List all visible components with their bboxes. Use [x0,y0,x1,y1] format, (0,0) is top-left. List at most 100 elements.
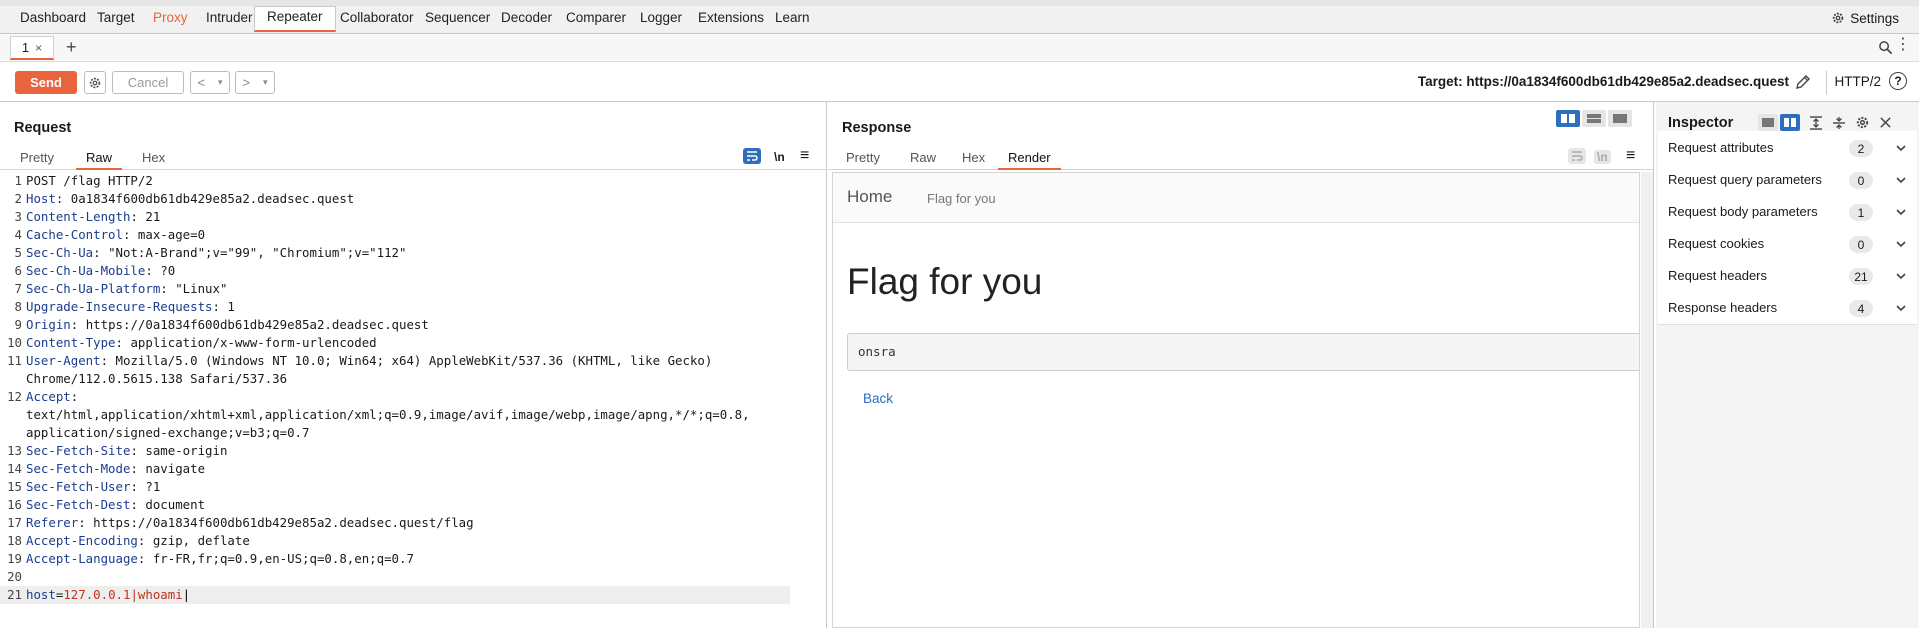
request-toolbar: Send Cancel < ▾ > ▾ Target: https://0a18… [0,62,1919,102]
request-line: 20 [0,568,826,586]
nav-logger[interactable]: Logger [636,8,686,34]
chevron-down-icon[interactable] [1895,206,1907,218]
line-text: host=127.0.0.1|whoami| [26,586,190,604]
inspector-section-request-cookies[interactable]: Request cookies 0 [1658,227,1917,261]
inspector-layout-list-icon[interactable] [1758,114,1778,131]
divider [1826,71,1827,95]
inspector-section-request-attributes[interactable]: Request attributes 2 [1658,131,1917,165]
gear-icon[interactable] [1855,115,1870,130]
nav-repeater[interactable]: Repeater [254,6,336,32]
tab-pretty[interactable]: Pretty [846,150,880,170]
nav-decoder[interactable]: Decoder [497,8,556,34]
line-text: application/signed-exchange;v=b3;q=0.7 [26,424,309,442]
nav-intruder[interactable]: Intruder [202,8,257,34]
request-line: 14 Sec-Fetch-Mode: navigate [0,460,826,478]
collapse-all-icon[interactable] [1832,116,1846,130]
line-text: Host: 0a1834f600db61db429e85a2.deadsec.q… [26,190,354,208]
request-line: application/signed-exchange;v=b3;q=0.7 [0,424,826,442]
request-line: 1 POST /flag HTTP/2 [0,172,826,190]
nav-proxy[interactable]: Proxy [149,8,192,34]
inspector-section-request-headers[interactable]: Request headers 21 [1658,259,1917,293]
header-colon: : [130,497,138,512]
header-name: Sec-Ch-Ua-Platform [26,281,161,296]
line-text: Sec-Fetch-User: ?1 [26,478,160,496]
nav-dashboard[interactable]: Dashboard [16,8,90,34]
header-colon: : [70,389,79,404]
chevron-down-icon[interactable] [1895,174,1907,186]
nav-extensions[interactable]: Extensions [694,8,768,34]
tab-hex[interactable]: Hex [142,150,165,170]
close-icon[interactable] [1879,116,1892,129]
request-view-tabs: Pretty Raw Hex \n ≡ [0,146,826,170]
header-value: Mozilla/5.0 (Windows NT 10.0; Win64; x64… [108,353,713,368]
close-icon[interactable]: × [35,41,42,55]
tab-pretty[interactable]: Pretty [20,150,54,170]
header-value: 1 [219,299,235,314]
inspector-layout-split-icon[interactable] [1780,114,1800,131]
add-tab-button[interactable]: + [66,37,77,58]
chevron-down-icon[interactable] [1895,238,1907,250]
nav-collaborator[interactable]: Collaborator [336,8,418,34]
header-colon: : [130,461,138,476]
header-colon: : [160,281,168,296]
inspector-section-response-headers[interactable]: Response headers 4 [1658,291,1917,325]
chevron-down-icon[interactable] [1895,142,1907,154]
send-button[interactable]: Send [15,71,77,94]
section-label: Request cookies [1668,236,1765,251]
response-scrollbar[interactable] [1641,172,1653,628]
rendered-back-link[interactable]: Back [863,391,893,406]
repeater-tab-1[interactable]: 1 × [10,36,54,60]
header-name: Sec-Ch-Ua [26,245,94,260]
line-number: 19 [7,551,22,566]
inspector-section-request-query-parameters[interactable]: Request query parameters 0 [1658,163,1917,197]
wrap-lines-icon[interactable] [743,148,761,164]
header-colon: : [212,299,220,314]
menu-icon[interactable]: ≡ [1626,147,1635,165]
layout-stacked-icon[interactable] [1582,110,1606,127]
settings-button[interactable]: Settings [1831,8,1899,28]
request-line: 19 Accept-Language: fr-FR,fr;q=0.9,en-US;… [0,550,826,568]
rendered-navbar: Home Flag for you [833,173,1639,223]
layout-side-by-side-icon[interactable] [1556,110,1580,127]
chevron-down-icon[interactable] [1895,270,1907,282]
header-colon: : [78,515,86,530]
rendered-flag-link[interactable]: Flag for you [927,191,996,206]
request-editor[interactable]: 1 POST /flag HTTP/2 2 Host: 0a1834f600db61d… [0,172,826,604]
header-name: Content-Type [26,335,116,350]
send-settings-button[interactable] [84,71,106,94]
line-text: Sec-Ch-Ua-Platform: "Linux" [26,280,227,298]
tab-raw[interactable]: Raw [910,150,936,170]
tab-hex[interactable]: Hex [962,150,985,170]
chevron-down-icon: ▾ [263,77,268,87]
http-version-toggle[interactable]: HTTP/2 [1834,74,1881,89]
line-number: 4 [14,227,22,242]
menu-icon[interactable]: ≡ [800,147,809,165]
newline-toggle[interactable]: \n [774,150,785,164]
section-label: Response headers [1668,300,1778,315]
nav-comparer[interactable]: Comparer [562,8,630,34]
forward-button[interactable]: > ▾ [235,71,275,94]
nav-learn[interactable]: Learn [771,8,814,34]
inspector-section-request-body-parameters[interactable]: Request body parameters 1 [1658,195,1917,229]
header-colon: : [115,335,123,350]
edit-pencil-icon[interactable] [1794,73,1812,91]
line-number: 15 [7,479,22,494]
nav-sequencer[interactable]: Sequencer [421,8,494,34]
search-icon[interactable] [1878,40,1893,55]
layout-tabs-icon[interactable] [1608,110,1632,127]
back-button[interactable]: < ▾ [190,71,230,94]
line-text: Upgrade-Insecure-Requests: 1 [26,298,235,316]
target-url: Target: https://0a1834f600db61db429e85a2… [1417,74,1789,89]
nav-target[interactable]: Target [93,8,139,34]
chevron-down-icon[interactable] [1895,302,1907,314]
tab-raw[interactable]: Raw [76,150,123,170]
tab-render[interactable]: Render [998,150,1061,170]
more-options-icon[interactable]: ⋮ [1895,37,1911,53]
help-icon[interactable]: ? [1889,72,1907,90]
cancel-button[interactable]: Cancel [112,71,184,94]
line-number: 6 [14,263,22,278]
expand-all-icon[interactable] [1809,115,1823,130]
header-value: application/x-www-form-urlencoded [123,335,377,350]
line-text: Referer: https://0a1834f600db61db429e85a… [26,514,474,532]
rendered-home-link[interactable]: Home [847,187,892,207]
